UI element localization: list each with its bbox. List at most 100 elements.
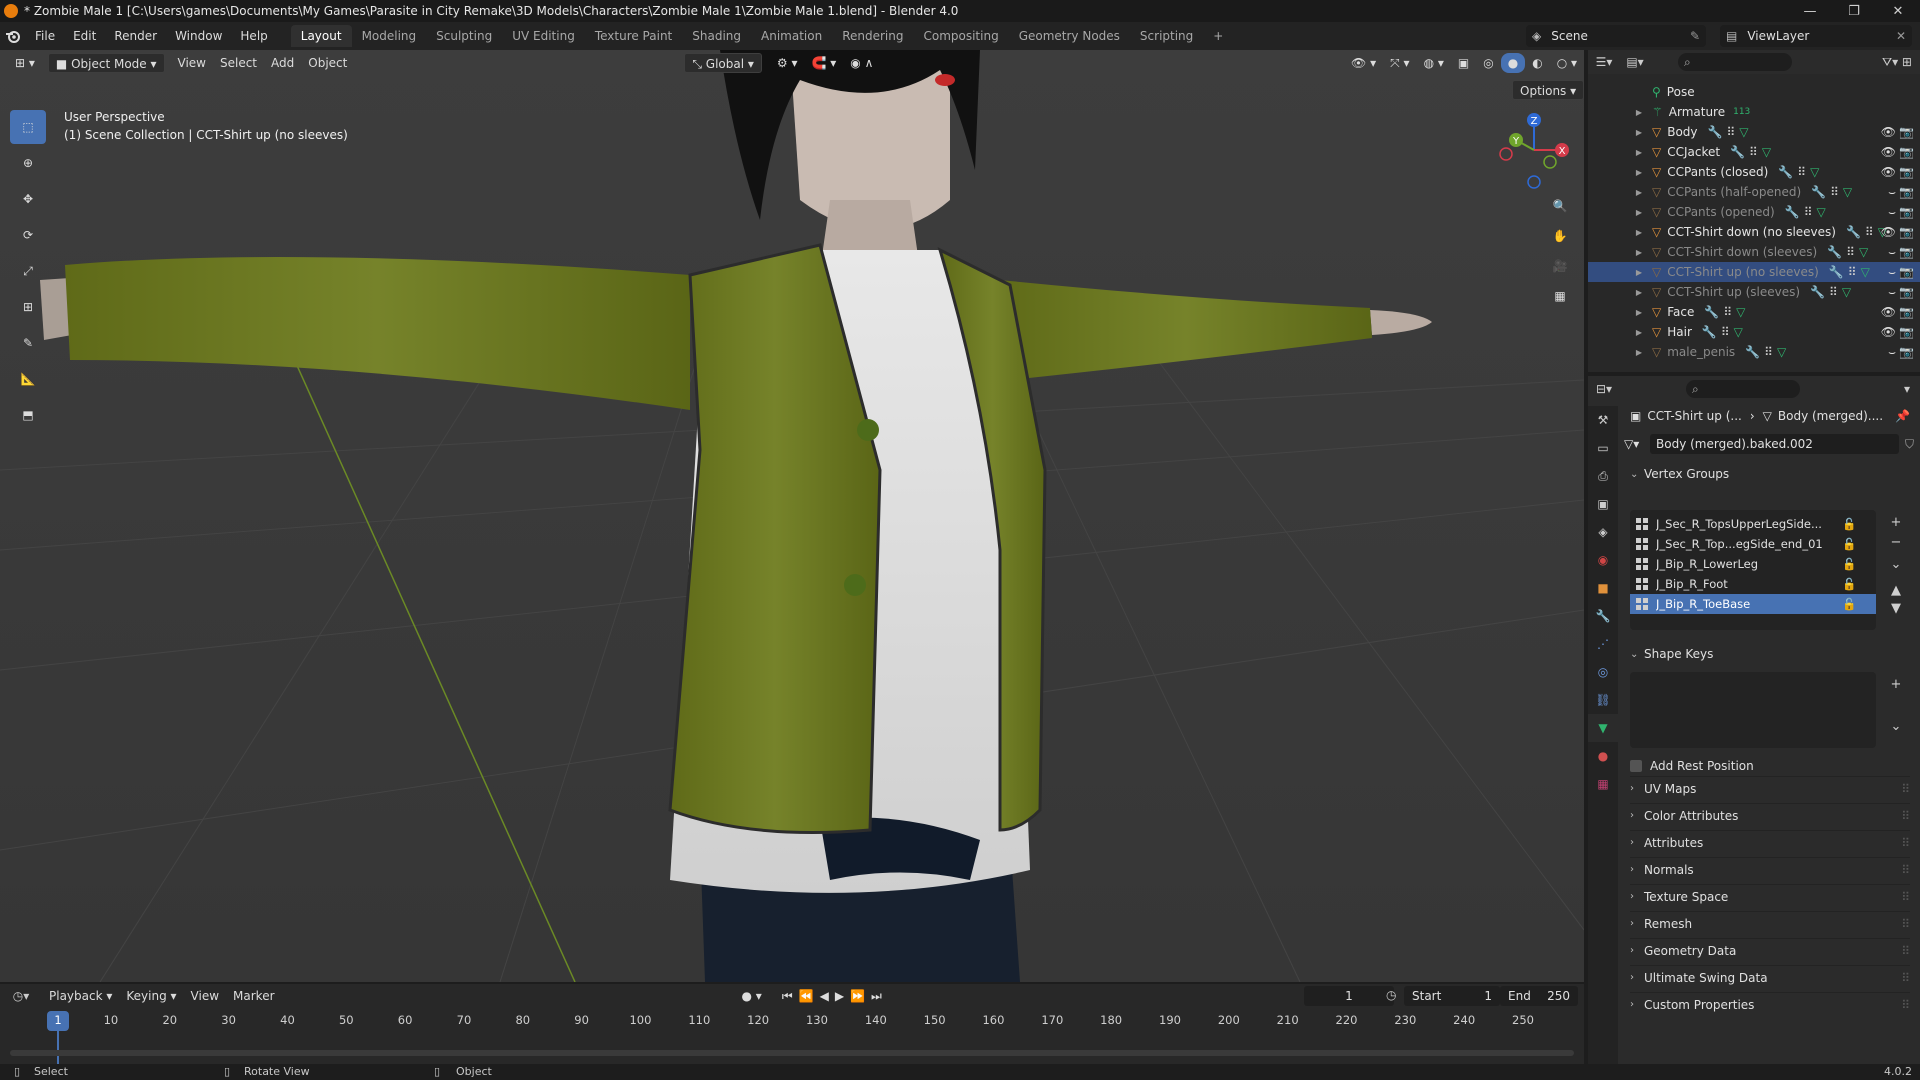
- editor-type-icon[interactable]: ⊞ ▾: [8, 53, 42, 73]
- outliner-row[interactable]: ▶ ▽ CCT-Shirt up (sleeves) 🔧 ⠿ ▽ ⌣ 📷: [1588, 282, 1920, 302]
- drag-handle-icon[interactable]: ⠿: [1901, 890, 1910, 904]
- camera-icon[interactable]: 📷: [1899, 125, 1914, 139]
- panel-vertex-groups[interactable]: ⌄ Vertex Groups: [1630, 462, 1910, 486]
- physics-tab-icon[interactable]: ◎: [1588, 658, 1618, 686]
- outliner-row[interactable]: ▶ ▽ CCT-Shirt down (no sleeves) 🔧 ⠿ ▽ 👁 📷: [1588, 222, 1920, 242]
- tab-uv-editing[interactable]: UV Editing: [502, 25, 585, 47]
- outliner-row[interactable]: ▶ ▽ CCPants (half-opened) 🔧 ⠿ ▽ ⌣ 📷: [1588, 182, 1920, 202]
- tab-shading[interactable]: Shading: [682, 25, 751, 47]
- panel-collapsed[interactable]: › UV Maps ⠿: [1630, 776, 1910, 800]
- constraints-tab-icon[interactable]: ⛓: [1588, 686, 1618, 714]
- start-frame-field[interactable]: Start 1: [1404, 986, 1500, 1006]
- navigation-gizmo[interactable]: Z X Y: [1494, 110, 1574, 190]
- menu-file[interactable]: File: [26, 22, 64, 50]
- tab-animation[interactable]: Animation: [751, 25, 832, 47]
- vertex-group-item[interactable]: J_Sec_R_TopsUpperLegSide... 🔓: [1630, 514, 1876, 534]
- eye-icon[interactable]: 👁: [1881, 125, 1896, 139]
- eye-closed-icon[interactable]: ⌣: [1888, 245, 1896, 260]
- remove-vertex-group-button[interactable]: −: [1886, 532, 1906, 552]
- add-rest-position-row[interactable]: Add Rest Position: [1630, 754, 1910, 778]
- next-keyframe-icon[interactable]: ⏩: [850, 989, 871, 1003]
- expand-arrow-icon[interactable]: ▶: [1632, 288, 1646, 297]
- timeline-menu-keying[interactable]: Keying ▾: [119, 986, 183, 1006]
- shading-material-icon[interactable]: ◐: [1525, 53, 1549, 73]
- shading-wireframe-icon[interactable]: ◎: [1476, 53, 1500, 73]
- timeline-scrollbar[interactable]: [10, 1050, 1574, 1056]
- expand-arrow-icon[interactable]: ▶: [1632, 228, 1646, 237]
- shape-key-menu-icon[interactable]: ⌄: [1886, 716, 1906, 736]
- menu-help[interactable]: Help: [231, 22, 276, 50]
- camera-icon[interactable]: 📷: [1899, 305, 1914, 319]
- eye-icon[interactable]: 👁: [1881, 225, 1896, 239]
- add-rest-position-checkbox[interactable]: [1630, 760, 1642, 772]
- shape-keys-list[interactable]: [1630, 672, 1876, 748]
- timeline-editor-icon[interactable]: ◷▾: [0, 989, 42, 1003]
- minimize-button[interactable]: —: [1788, 0, 1832, 22]
- drag-handle-icon[interactable]: ⠿: [1901, 836, 1910, 850]
- tab-sculpting[interactable]: Sculpting: [426, 25, 502, 47]
- perspective-toggle-icon[interactable]: ▦: [1546, 282, 1574, 310]
- vertex-group-menu-icon[interactable]: ⌄: [1886, 554, 1906, 574]
- panel-collapsed[interactable]: › Geometry Data ⠿: [1630, 938, 1910, 962]
- expand-arrow-icon[interactable]: ▶: [1632, 108, 1646, 117]
- menu-edit[interactable]: Edit: [64, 22, 105, 50]
- playback-controls[interactable]: ⏮⏪◀▶⏩⏭: [782, 989, 888, 1004]
- zoom-icon[interactable]: 🔍: [1546, 192, 1574, 220]
- outliner-row[interactable]: ▶ ▽ CCPants (closed) 🔧 ⠿ ▽ 👁 📷: [1588, 162, 1920, 182]
- expand-arrow-icon[interactable]: ▶: [1632, 248, 1646, 257]
- auto-keying-icon[interactable]: ● ▾: [742, 989, 762, 1003]
- jump-end-icon[interactable]: ⏭: [871, 989, 888, 1003]
- outliner-row[interactable]: ▶ ▽ CCJacket 🔧 ⠿ ▽ 👁 📷: [1588, 142, 1920, 162]
- gizmo-toggle-icon[interactable]: ⤧ ▾: [1383, 53, 1416, 73]
- drag-handle-icon[interactable]: ⠿: [1901, 998, 1910, 1012]
- outliner-editor-icon[interactable]: ☰▾: [1588, 55, 1620, 69]
- lock-icon[interactable]: 🔓: [1842, 557, 1856, 571]
- menu-window[interactable]: Window: [166, 22, 231, 50]
- rotate-tool-icon[interactable]: ⟳: [10, 218, 46, 252]
- tab-texture-paint[interactable]: Texture Paint: [585, 25, 682, 47]
- outliner-row[interactable]: ⚲ Pose: [1588, 82, 1920, 102]
- tab-rendering[interactable]: Rendering: [832, 25, 913, 47]
- mode-selector[interactable]: ■ Object Mode ▾: [47, 53, 165, 73]
- vertex-group-item[interactable]: J_Bip_R_Foot 🔓: [1630, 574, 1876, 594]
- eye-closed-icon[interactable]: ⌣: [1888, 345, 1896, 360]
- properties-search-input[interactable]: ⌕: [1686, 380, 1800, 398]
- modifier-tab-icon[interactable]: 🔧: [1588, 602, 1618, 630]
- viewport-menu-select[interactable]: Select: [213, 53, 264, 73]
- select-box-tool-icon[interactable]: ⬚: [10, 110, 46, 144]
- cursor-tool-icon[interactable]: ⊕: [10, 146, 46, 180]
- lock-icon[interactable]: 🔓: [1842, 597, 1856, 611]
- drag-handle-icon[interactable]: ⠿: [1901, 809, 1910, 823]
- current-frame-field[interactable]: 1: [1304, 986, 1394, 1006]
- outliner-row[interactable]: ▶ ▽ Hair 🔧 ⠿ ▽ 👁 📷: [1588, 322, 1920, 342]
- camera-icon[interactable]: 📷: [1899, 185, 1914, 199]
- panel-collapsed[interactable]: › Ultimate Swing Data ⠿: [1630, 965, 1910, 989]
- vertex-group-item[interactable]: J_Bip_R_ToeBase 🔓: [1630, 594, 1876, 614]
- panel-collapsed[interactable]: › Remesh ⠿: [1630, 911, 1910, 935]
- object-tab-icon[interactable]: ■: [1588, 574, 1618, 602]
- annotate-tool-icon[interactable]: ✎: [10, 326, 46, 360]
- add-workspace-button[interactable]: +: [1203, 25, 1233, 47]
- camera-icon[interactable]: 📷: [1899, 265, 1914, 279]
- tab-layout[interactable]: Layout: [290, 25, 352, 47]
- outliner-search-input[interactable]: ⌕: [1678, 53, 1792, 71]
- transform-tool-icon[interactable]: ⊞: [10, 290, 46, 324]
- expand-arrow-icon[interactable]: ▶: [1632, 328, 1646, 337]
- frame-ruler[interactable]: 1 10 20 30 40 50 60 70 80 90 100 110 120 130 140 150 160…: [0, 1010, 1584, 1067]
- shading-solid-icon[interactable]: ●: [1500, 53, 1526, 73]
- camera-icon[interactable]: 📷: [1899, 225, 1914, 239]
- panel-collapsed[interactable]: › Texture Space ⠿: [1630, 884, 1910, 908]
- drag-handle-icon[interactable]: ⠿: [1901, 782, 1910, 796]
- fake-user-icon[interactable]: ⛉: [1905, 437, 1914, 452]
- options-button[interactable]: Options ▾: [1512, 80, 1584, 100]
- panel-collapsed[interactable]: › Color Attributes ⠿: [1630, 803, 1910, 827]
- vertex-groups-list[interactable]: J_Sec_R_TopsUpperLegSide... 🔓 J_Sec_R_Top.…: [1630, 510, 1876, 630]
- outliner-row[interactable]: ▶ ▽ CCT-Shirt up (no sleeves) 🔧 ⠿ ▽ ⌣ 📷: [1588, 262, 1920, 282]
- eye-icon[interactable]: 👁: [1881, 325, 1896, 339]
- camera-icon[interactable]: 📷: [1899, 245, 1914, 259]
- properties-editor-icon[interactable]: ⊟▾: [1588, 382, 1620, 396]
- expand-arrow-icon[interactable]: ▶: [1632, 208, 1646, 217]
- viewlayer-selector[interactable]: ▤ ViewLayer ✕: [1720, 25, 1912, 47]
- end-frame-field[interactable]: End 250: [1500, 986, 1578, 1006]
- view-layer-tab-icon[interactable]: ▣: [1588, 490, 1618, 518]
